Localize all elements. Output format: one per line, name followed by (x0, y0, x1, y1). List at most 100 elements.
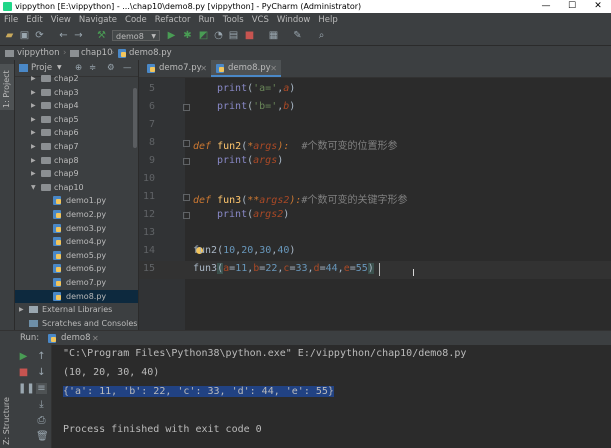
tree-folder-item[interactable]: ▶ chap6 (15, 126, 138, 139)
fold-marker-icon[interactable] (183, 158, 190, 165)
save-icon[interactable]: ▣ (19, 30, 30, 41)
tree-folder-item[interactable]: ▶ chap7 (15, 140, 138, 153)
folder-icon (41, 156, 51, 164)
console-line: (10, 20, 30, 40) (63, 367, 160, 378)
expand-arrow-icon[interactable]: ▼ (31, 181, 36, 194)
tree-folder-item[interactable]: ▼ chap10 (15, 181, 138, 194)
collapse-arrow-icon[interactable]: ▶ (31, 99, 36, 112)
menu-code[interactable]: Code (121, 13, 151, 27)
open-folder-icon[interactable]: ▰ (4, 30, 15, 41)
editor-tab-bar: demo7.py ✕ demo8.py ✕ (139, 60, 611, 78)
tree-file-item[interactable]: demo2.py (15, 208, 138, 221)
menu-window[interactable]: Window (273, 13, 315, 27)
pause-icon[interactable]: ❚❚ (18, 383, 35, 394)
menu-bar: File Edit View Navigate Code Refactor Run Tools… (0, 13, 611, 27)
tree-scrollbar[interactable] (133, 88, 137, 148)
tree-folder-item[interactable]: ▶ chap2 (15, 72, 138, 85)
concurrency-icon[interactable]: ▤ (228, 30, 239, 41)
breadcrumb-file[interactable]: demo8.py (129, 46, 172, 60)
breadcrumb-folder[interactable]: chap10 (81, 46, 112, 60)
code-line-6: print('b=',b) (217, 101, 296, 112)
tab-demo8[interactable]: demo8.py ✕ (211, 60, 281, 77)
folder-icon (41, 143, 51, 150)
close-tab-icon[interactable]: ✕ (270, 60, 277, 77)
chevron-down-icon: ▼ (151, 33, 156, 40)
close-window-button[interactable]: ✕ (585, 0, 611, 13)
maximize-button[interactable]: ☐ (559, 0, 585, 13)
tree-file-item[interactable]: demo3.py (15, 222, 138, 235)
collapse-arrow-icon[interactable]: ▶ (31, 154, 36, 167)
collapse-arrow-icon[interactable]: ▶ (31, 167, 36, 180)
tree-folder-item[interactable]: ▶ chap5 (15, 113, 138, 126)
forward-arrow-icon[interactable]: → (73, 30, 84, 41)
tree-folder-item[interactable]: ▶ chap9 (15, 167, 138, 180)
scroll-to-end-icon[interactable]: ⤓ (36, 399, 47, 410)
menu-vcs[interactable]: VCS (248, 13, 273, 27)
menu-file[interactable]: File (0, 13, 22, 27)
run-tab-demo8[interactable]: demo8 (61, 331, 91, 346)
folder-icon (41, 75, 51, 82)
project-tool-window-button[interactable]: 1: Project (2, 70, 11, 108)
build-hammer-icon[interactable]: ⚒ (96, 30, 107, 41)
tree-file-item[interactable]: demo1.py (15, 194, 138, 207)
vcs-icon[interactable]: ▦ (268, 30, 279, 41)
stop-icon[interactable]: ■ (18, 367, 29, 378)
settings-wrench-icon[interactable]: ✎ (292, 30, 303, 41)
breadcrumb-project[interactable]: vippython (17, 46, 60, 60)
fold-marker-icon[interactable] (183, 212, 190, 219)
coverage-icon[interactable]: ◩ (198, 30, 209, 41)
tree-file-item[interactable]: demo7.py (15, 276, 138, 289)
trash-icon[interactable]: 🗑 (36, 431, 49, 442)
tab-demo7[interactable]: demo7.py ✕ (142, 60, 211, 77)
structure-tool-window-button[interactable]: Z: Structure (2, 397, 11, 445)
library-icon (29, 306, 38, 314)
menu-view[interactable]: View (47, 13, 75, 27)
tree-file-item[interactable]: demo6.py (15, 262, 138, 275)
tree-folder-item[interactable]: ▶ External Libraries (15, 303, 138, 316)
tree-item-label: Scratches and Consoles (42, 318, 138, 328)
tree-folder-item[interactable]: ▶ chap3 (15, 86, 138, 99)
collapse-arrow-icon[interactable]: ▶ (19, 303, 24, 316)
collapse-arrow-icon[interactable]: ▶ (31, 140, 36, 153)
fold-marker-icon[interactable] (183, 104, 190, 111)
back-arrow-icon[interactable]: ← (58, 30, 69, 41)
menu-help[interactable]: Help (314, 13, 341, 27)
up-arrow-icon[interactable]: ↑ (36, 351, 47, 362)
fold-marker-icon[interactable] (183, 194, 190, 201)
run-icon[interactable]: ▶ (166, 30, 177, 41)
menu-navigate[interactable]: Navigate (75, 13, 121, 27)
run-config-select[interactable]: demo8 ▼ (112, 30, 160, 41)
close-tab-icon[interactable]: ✕ (92, 331, 99, 346)
profile-icon[interactable]: ◔ (213, 30, 224, 41)
close-tab-icon[interactable]: ✕ (200, 60, 207, 77)
down-arrow-icon[interactable]: ↓ (36, 367, 47, 378)
collapse-arrow-icon[interactable]: ▶ (31, 72, 36, 85)
tree-folder-item[interactable]: Scratches and Consoles (15, 317, 138, 330)
menu-tools[interactable]: Tools (219, 13, 248, 27)
sync-icon[interactable]: ⟳ (34, 30, 45, 41)
tree-file-item[interactable]: demo8.py (15, 289, 138, 303)
collapse-arrow-icon[interactable]: ▶ (31, 126, 36, 139)
menu-refactor[interactable]: Refactor (151, 13, 195, 27)
run-panel-header: Run: demo8 ✕ (0, 330, 611, 346)
print-icon[interactable]: ⎙ (36, 415, 47, 426)
menu-edit[interactable]: Edit (22, 13, 46, 27)
folder-icon (41, 115, 51, 123)
collapse-arrow-icon[interactable]: ▶ (31, 86, 36, 99)
collapse-arrow-icon[interactable]: ▶ (31, 113, 36, 126)
console-line: Process finished with exit code 0 (63, 424, 262, 435)
stop-icon[interactable]: ■ (244, 30, 255, 41)
tree-file-item[interactable]: demo4.py (15, 235, 138, 248)
tree-file-item[interactable]: demo5.py (15, 249, 138, 262)
tree-folder-item[interactable]: ▶ chap4 (15, 99, 138, 112)
soft-wrap-icon[interactable]: ≡ (36, 383, 47, 394)
code-line-5: print('a=',a) (217, 83, 296, 94)
rerun-icon[interactable]: ▶ (18, 351, 29, 362)
menu-run[interactable]: Run (194, 13, 218, 27)
fold-marker-icon[interactable] (183, 140, 190, 147)
tab-label: demo8.py (228, 63, 271, 73)
search-icon[interactable]: ⌕ (316, 30, 327, 41)
debug-icon[interactable]: ✱ (182, 30, 193, 41)
minimize-button[interactable]: — (533, 0, 559, 13)
tree-folder-item[interactable]: ▶ chap8 (15, 154, 138, 167)
